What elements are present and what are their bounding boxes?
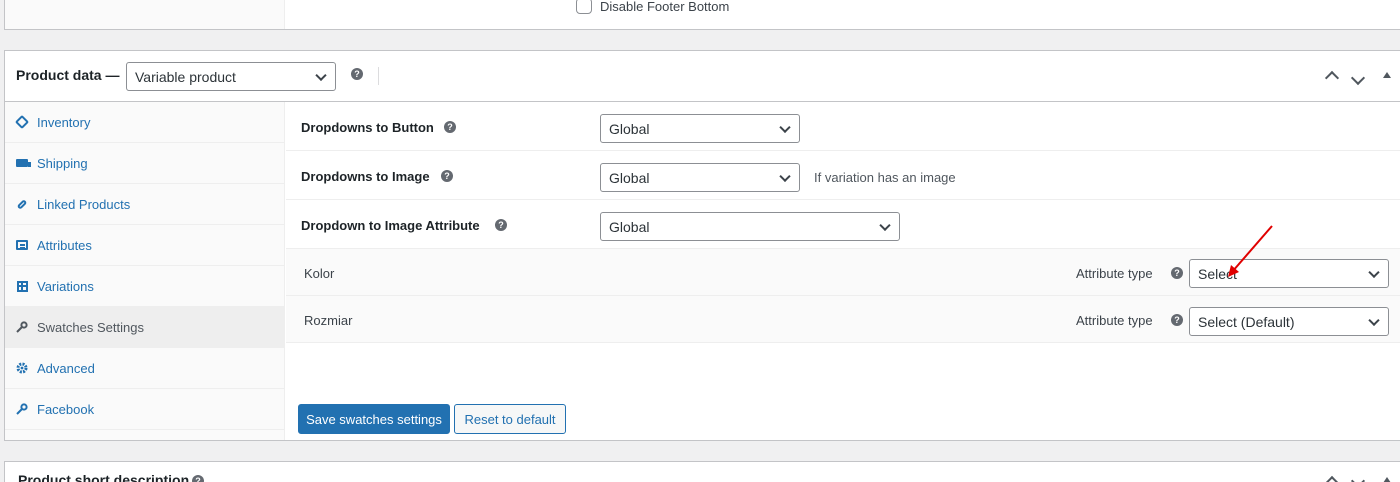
product-data-box: Product data — Variable product ? Invent… — [4, 50, 1400, 441]
tab-attributes[interactable]: Attributes — [5, 225, 284, 266]
attribute-type-select-kolor[interactable]: Select — [1189, 259, 1389, 288]
chevron-down-icon — [879, 219, 891, 231]
help-icon[interactable]: ? — [444, 121, 456, 133]
chevron-down-icon — [779, 170, 791, 182]
tab-inventory[interactable]: Inventory — [5, 102, 284, 143]
product-data-tabs: Inventory Shipping Linked Products Attri… — [5, 102, 285, 440]
tab-label: Inventory — [37, 114, 91, 130]
dropdowns-to-button-label: Dropdowns to Button — [301, 120, 434, 135]
tab-label: Shipping — [37, 155, 88, 171]
gear-icon — [16, 362, 28, 374]
tab-label: Variations — [37, 278, 94, 294]
product-data-title: Product data — — [16, 67, 120, 83]
help-icon[interactable]: ? — [441, 170, 453, 182]
attribute-type-label: Attribute type — [1076, 266, 1153, 281]
tab-label: Attributes — [37, 237, 92, 253]
move-down-icon[interactable] — [1351, 476, 1365, 482]
dropdowns-to-image-row: Dropdowns to Image ? Global If variation… — [286, 151, 1400, 200]
product-type-value: Variable product — [135, 68, 236, 85]
chevron-down-icon — [1368, 314, 1380, 326]
disable-footer-bottom-checkbox[interactable] — [576, 0, 592, 14]
tab-label: Linked Products — [37, 196, 131, 212]
truck-icon — [16, 157, 31, 169]
chevron-down-icon — [315, 69, 327, 81]
dropdowns-to-image-label: Dropdowns to Image — [301, 169, 430, 184]
save-swatches-settings-button[interactable]: Save swatches settings — [298, 404, 450, 434]
help-icon[interactable]: ? — [1171, 267, 1183, 279]
tab-shipping[interactable]: Shipping — [5, 143, 284, 184]
list-icon — [16, 239, 28, 251]
tab-advanced[interactable]: Advanced — [5, 348, 284, 389]
help-icon[interactable]: ? — [495, 219, 507, 231]
top-settings-box: Disable Footer Bottom — [4, 0, 1400, 30]
toggle-panel-icon[interactable] — [1381, 69, 1395, 83]
help-icon[interactable]: ? — [1171, 314, 1183, 326]
attribute-type-label: Attribute type — [1076, 313, 1153, 328]
dropdowns-to-button-row: Dropdowns to Button ? Global — [286, 102, 1400, 151]
tab-label: Swatches Settings — [37, 319, 144, 335]
wrench-icon — [16, 403, 28, 415]
tab-linked-products[interactable]: Linked Products — [5, 184, 284, 225]
attribute-row-rozmiar: Rozmiar Attribute type ? Select (Default… — [286, 296, 1400, 343]
wrench-icon — [16, 321, 28, 333]
chevron-down-icon — [1368, 266, 1380, 278]
reset-to-default-button[interactable]: Reset to default — [454, 404, 566, 434]
annotation-arrow-icon — [1228, 225, 1273, 277]
disable-footer-bottom-row[interactable]: Disable Footer Bottom — [576, 0, 729, 14]
tab-label: Facebook — [37, 401, 95, 417]
attribute-name: Kolor — [304, 266, 335, 281]
header-divider — [378, 67, 379, 85]
move-up-icon[interactable] — [1325, 69, 1339, 83]
tab-facebook[interactable]: Facebook — [5, 389, 284, 430]
dropdown-to-image-attribute-select[interactable]: Global — [600, 212, 900, 241]
tab-swatches-settings[interactable]: Swatches Settings — [5, 307, 284, 348]
help-icon[interactable]: ? — [351, 68, 363, 80]
product-short-description-box: Product short description ? — [4, 461, 1400, 482]
dropdowns-to-image-select[interactable]: Global — [600, 163, 800, 192]
chevron-down-icon — [779, 121, 791, 133]
attribute-type-select-rozmiar[interactable]: Select (Default) — [1189, 307, 1389, 336]
tab-variations[interactable]: Variations — [5, 266, 284, 307]
attribute-name: Rozmiar — [304, 313, 353, 328]
tab-label: Advanced — [37, 360, 95, 376]
disable-footer-bottom-label: Disable Footer Bottom — [600, 0, 730, 14]
select-value: Global — [609, 218, 650, 235]
select-value: Global — [609, 169, 650, 186]
dropdowns-to-button-select[interactable]: Global — [600, 114, 800, 143]
select-value: Global — [609, 120, 650, 137]
help-icon[interactable]: ? — [192, 475, 204, 482]
top-box-left-column — [5, 0, 285, 29]
dropdown-to-image-attribute-label: Dropdown to Image Attribute — [301, 218, 480, 233]
link-icon — [16, 198, 28, 210]
dropdowns-to-image-note: If variation has an image — [814, 170, 956, 185]
product-data-header: Product data — Variable product ? — [5, 51, 1400, 102]
grid-icon — [16, 280, 28, 292]
move-up-icon[interactable] — [1325, 474, 1339, 482]
product-short-description-title: Product short description — [18, 472, 190, 482]
select-value: Select (Default) — [1198, 313, 1295, 330]
toggle-panel-icon[interactable] — [1381, 474, 1395, 482]
product-type-select[interactable]: Variable product — [126, 62, 336, 91]
tag-icon — [14, 114, 30, 130]
move-down-icon[interactable] — [1351, 73, 1365, 87]
